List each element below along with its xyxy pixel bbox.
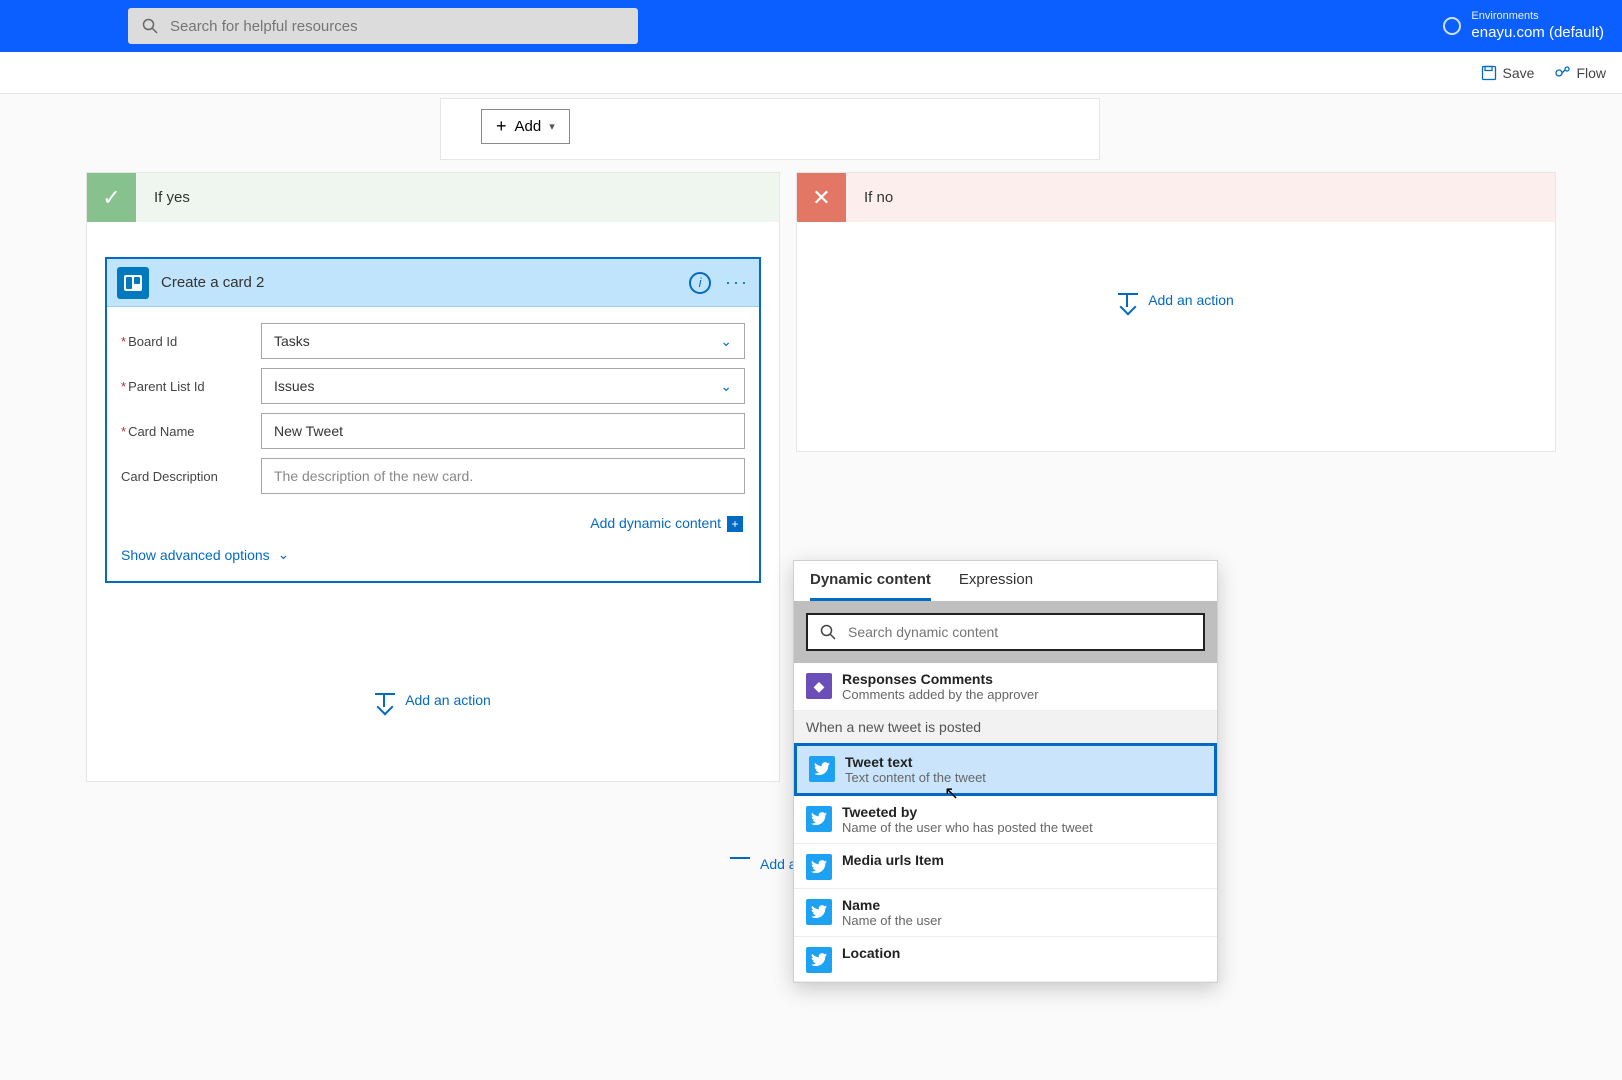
condition-card-footer: + Add ▾ — [440, 98, 1100, 160]
insert-step-icon — [375, 693, 395, 707]
card-name-input[interactable]: New Tweet — [261, 413, 745, 449]
dc-item-tweeted-by[interactable]: Tweeted by Name of the user who has post… — [794, 796, 1217, 844]
dc-item-tweet-text[interactable]: Tweet text Text content of the tweet — [794, 743, 1217, 796]
chevron-down-icon: ⌄ — [720, 333, 732, 350]
dc-group-header: When a new tweet is posted — [794, 711, 1217, 743]
board-id-select[interactable]: Tasks ⌄ — [261, 323, 745, 359]
save-button[interactable]: Save — [1481, 65, 1535, 81]
global-search[interactable] — [128, 8, 638, 44]
if-no-add-action[interactable]: Add an action — [797, 292, 1555, 308]
check-icon: ✓ — [87, 173, 136, 222]
if-no-header: ✕ If no — [797, 173, 1555, 222]
action-header[interactable]: Create a card 2 i ··· — [107, 259, 759, 307]
dc-item-location[interactable]: Location — [794, 937, 1217, 982]
if-yes-add-action[interactable]: Add an action — [87, 692, 779, 708]
plus-icon: + — [496, 116, 507, 137]
trello-icon — [117, 267, 149, 299]
board-id-label: *Board Id — [121, 334, 261, 349]
search-icon — [142, 18, 158, 34]
approvals-icon: ◆ — [806, 673, 832, 699]
flow-canvas: + Add ▾ ✓ If yes Create a card 2 i ··· *… — [0, 94, 1622, 1080]
env-label: Environments — [1471, 9, 1604, 23]
insert-step-icon — [1118, 293, 1138, 307]
twitter-icon — [806, 947, 832, 973]
chevron-down-icon: ▾ — [549, 120, 555, 133]
more-menu-icon[interactable]: ··· — [725, 272, 749, 293]
parent-list-label: *Parent List Id — [121, 379, 261, 394]
dynamic-content-popover: Dynamic content Expression ◆ Responses C… — [793, 560, 1218, 983]
chevron-down-icon: ⌄ — [720, 378, 732, 395]
dc-item-responses-comments[interactable]: ◆ Responses Comments Comments added by t… — [794, 663, 1217, 711]
dc-item-media-urls[interactable]: Media urls Item — [794, 844, 1217, 889]
if-yes-branch: ✓ If yes Create a card 2 i ··· *Board Id… — [86, 172, 780, 782]
add-dynamic-content-link[interactable]: Add dynamic content+ — [107, 511, 759, 532]
command-bar: Save Flow — [0, 52, 1622, 94]
tab-dynamic-content[interactable]: Dynamic content — [810, 571, 931, 601]
card-name-label: *Card Name — [121, 424, 261, 439]
chevron-down-icon: ⌄ — [278, 546, 290, 563]
if-yes-header: ✓ If yes — [87, 173, 779, 222]
search-icon — [820, 624, 836, 640]
dc-item-name[interactable]: Name Name of the user — [794, 889, 1217, 937]
twitter-icon — [806, 806, 832, 832]
insert-step-icon — [730, 857, 750, 871]
info-icon[interactable]: i — [689, 272, 711, 294]
card-desc-label: Card Description — [121, 469, 261, 484]
plus-icon: + — [727, 516, 743, 532]
tab-expression[interactable]: Expression — [959, 571, 1033, 601]
show-advanced-options[interactable]: Show advanced options ⌄ — [107, 532, 759, 581]
trello-create-card-action: Create a card 2 i ··· *Board Id Tasks ⌄ … — [105, 257, 761, 583]
parent-list-select[interactable]: Issues ⌄ — [261, 368, 745, 404]
twitter-icon — [806, 854, 832, 880]
dynamic-content-list[interactable]: ◆ Responses Comments Comments added by t… — [794, 663, 1217, 982]
search-input[interactable] — [170, 18, 624, 35]
environment-picker[interactable]: Environments enayu.com (default) — [1443, 9, 1604, 43]
globe-icon — [1443, 17, 1461, 35]
action-title: Create a card 2 — [161, 274, 264, 291]
close-icon: ✕ — [797, 173, 846, 222]
if-no-branch: ✕ If no Add an action — [796, 172, 1556, 452]
condition-add-button[interactable]: + Add ▾ — [481, 109, 570, 144]
flow-checker-button[interactable]: Flow — [1554, 65, 1606, 81]
top-bar: Environments enayu.com (default) — [0, 0, 1622, 52]
dynamic-content-search[interactable] — [806, 613, 1205, 651]
twitter-icon — [806, 899, 832, 925]
env-value: enayu.com (default) — [1471, 23, 1604, 43]
card-desc-input[interactable] — [261, 458, 745, 494]
twitter-icon — [809, 756, 835, 782]
